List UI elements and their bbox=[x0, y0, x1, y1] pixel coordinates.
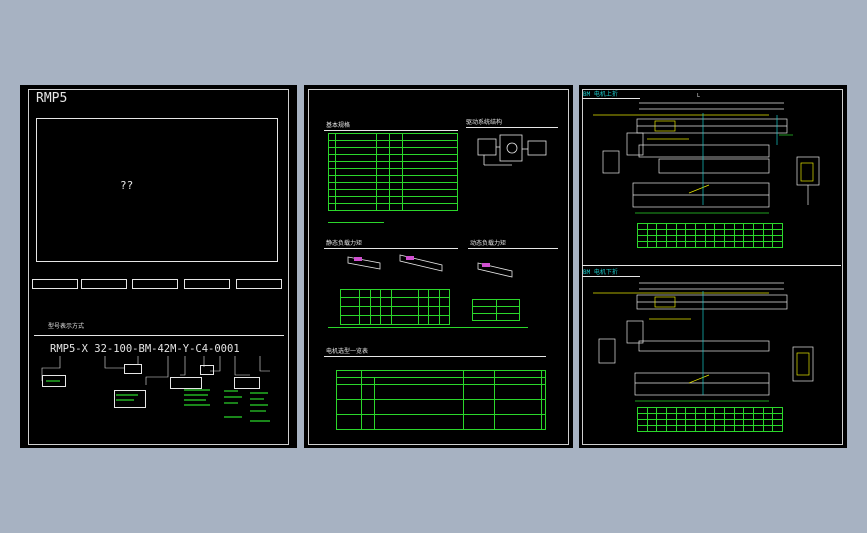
motor-table-underline bbox=[324, 356, 546, 357]
drive-structure-underline bbox=[466, 127, 558, 128]
static-load-table bbox=[340, 289, 450, 325]
ordering-notes bbox=[46, 380, 270, 422]
dynamic-load-title: 动态负载力矩 bbox=[470, 240, 507, 247]
static-load-underline bbox=[324, 248, 458, 249]
drive-structure-title: 驱动系统结构 bbox=[466, 119, 503, 126]
dynamic-load-underline bbox=[468, 248, 558, 249]
motor-table-title: 电机选型一览表 bbox=[326, 348, 369, 355]
drive-structure-diagram bbox=[477, 134, 547, 166]
static-load-illustrations bbox=[347, 254, 443, 272]
basic-spec-table bbox=[328, 133, 458, 211]
bottom-dimension-table bbox=[637, 407, 783, 432]
left-sheet: RMP5 ?? 型号表示方式 RMP5-X 32-100-BM-42M-Y-C4… bbox=[20, 85, 297, 448]
static-load-title: 静态负载力矩 bbox=[326, 240, 363, 247]
load-note bbox=[328, 327, 528, 328]
basic-spec-underline bbox=[324, 130, 458, 131]
basic-spec-note bbox=[328, 222, 384, 223]
bottom-actuator-drawing bbox=[593, 282, 814, 402]
right-sheet: BM 电机上折 L BM 电机下折 bbox=[579, 85, 847, 448]
middle-sheet: 基本规格 驱动系统结构 静态负载力矩 动态负载力矩 电机选型一览表 bbox=[304, 85, 573, 448]
dynamic-load-illustration bbox=[477, 262, 513, 278]
motor-selection-table bbox=[336, 370, 547, 430]
dynamic-load-table bbox=[472, 299, 520, 321]
basic-spec-title: 基本规格 bbox=[326, 122, 351, 129]
